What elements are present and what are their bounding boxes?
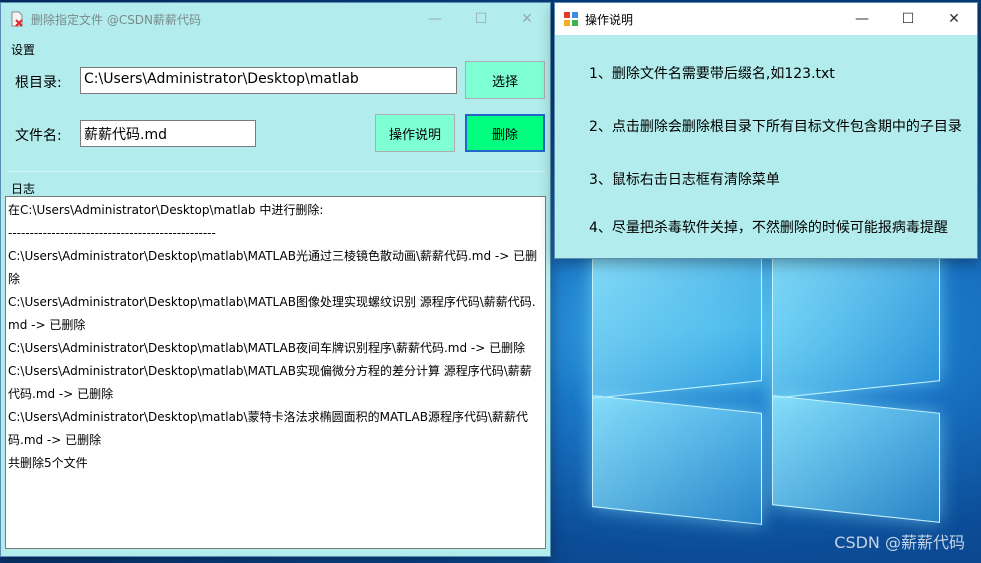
help-item: 3、鼠标右击日志框有清除菜单 (589, 172, 780, 188)
log-line: C:\Users\Administrator\Desktop\matlab\MA… (8, 249, 538, 286)
minimize-button[interactable]: — (839, 3, 885, 35)
main-window: 删除指定文件 @CSDN薪薪代码 — ☐ ✕ 设置 根目录: C:\Users\… (0, 2, 551, 557)
log-line: C:\Users\Administrator\Desktop\matlab\MA… (8, 295, 536, 332)
windows-logo-pane-bottom-right (772, 395, 940, 523)
log-line: C:\Users\Administrator\Desktop\matlab\MA… (8, 341, 526, 355)
log-line: C:\Users\Administrator\Desktop\matlab\MA… (8, 364, 532, 401)
delete-file-icon (9, 11, 25, 27)
windows-logo-pane-bottom-left (592, 395, 762, 525)
log-group-label: 日志 (11, 182, 36, 196)
help-window-titlebar[interactable]: 操作说明 — ☐ ✕ (555, 3, 977, 35)
file-name-label: 文件名: (15, 128, 62, 144)
settings-group-border (7, 171, 545, 172)
help-item: 4、尽量把杀毒软件关掉，不然删除的时候可能报病毒提醒 (589, 220, 948, 236)
close-button[interactable]: ✕ (931, 3, 977, 35)
main-window-controls: — ☐ ✕ (412, 3, 550, 35)
main-window-titlebar[interactable]: 删除指定文件 @CSDN薪薪代码 — ☐ ✕ (1, 3, 550, 35)
help-window-controls: — ☐ ✕ (839, 3, 977, 35)
log-line: C:\Users\Administrator\Desktop\matlab\蒙特… (8, 410, 528, 447)
help-window: 操作说明 — ☐ ✕ 1、删除文件名需要带后缀名,如123.txt 2、点击删除… (554, 2, 978, 259)
help-item: 1、删除文件名需要带后缀名,如123.txt (589, 66, 835, 82)
app-icon (563, 11, 579, 27)
delete-button[interactable]: 删除 (465, 114, 545, 152)
root-dir-label: 根目录: (15, 75, 62, 91)
log-line: 共删除5个文件 (8, 456, 88, 470)
help-item: 2、点击删除会删除根目录下所有目标文件包含期中的子目录 (589, 119, 962, 135)
maximize-button[interactable]: ☐ (458, 3, 504, 35)
help-window-title: 操作说明 (585, 12, 634, 27)
main-window-title: 删除指定文件 @CSDN薪薪代码 (31, 12, 202, 27)
select-button[interactable]: 选择 (465, 61, 545, 99)
log-line: 在C:\Users\Administrator\Desktop\matlab 中… (8, 203, 324, 217)
csdn-watermark: CSDN @薪薪代码 (834, 533, 965, 552)
root-dir-input[interactable]: C:\Users\Administrator\Desktop\matlab (80, 67, 457, 94)
settings-group-label: 设置 (11, 43, 36, 57)
log-textarea[interactable]: 在C:\Users\Administrator\Desktop\matlab 中… (5, 196, 546, 549)
file-name-input[interactable]: 薪薪代码.md (80, 120, 256, 147)
help-button[interactable]: 操作说明 (375, 114, 455, 152)
close-button[interactable]: ✕ (504, 3, 550, 35)
minimize-button[interactable]: — (412, 3, 458, 35)
log-line: ----------------------------------------… (8, 226, 216, 240)
maximize-button[interactable]: ☐ (885, 3, 931, 35)
